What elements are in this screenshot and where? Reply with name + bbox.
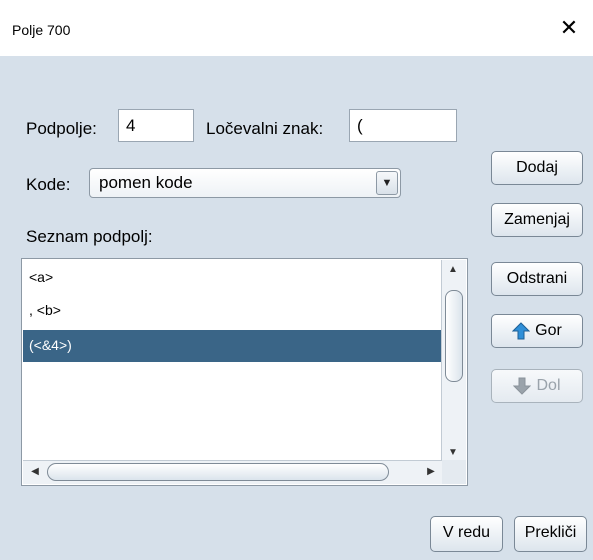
list-item[interactable]: , <b> [23,295,442,327]
cancel-button-label: Prekliči [524,524,577,541]
arrow-up-icon [512,322,531,340]
scroll-left-icon[interactable]: ◀ [25,466,45,477]
title-bar: Polje 700 ✕ [0,0,593,56]
move-up-button[interactable]: Gor [491,314,583,348]
separator-label: Ločevalni znak: [206,119,324,138]
scroll-up-icon[interactable]: ▲ [443,264,463,275]
replace-button-label: Zamenjaj [504,211,570,228]
cancel-button[interactable]: Prekliči [514,516,587,552]
scroll-right-icon[interactable]: ▶ [421,466,441,477]
list-label: Seznam podpolj: [26,227,153,246]
horizontal-scrollbar[interactable]: ◀ ▶ [23,460,443,484]
subfield-input[interactable] [118,109,194,142]
list-item[interactable]: <a> [23,262,442,294]
add-button[interactable]: Dodaj [491,151,583,185]
list-item-selected[interactable]: (<&4>) [23,330,442,362]
move-down-button[interactable]: Dol [491,369,583,403]
move-down-button-label: Dol [536,377,561,394]
code-dropdown[interactable]: pomen kode ▼ [89,168,401,198]
remove-button-label: Odstrani [506,270,568,287]
vertical-scroll-thumb[interactable] [445,290,463,382]
scroll-corner [442,460,466,484]
move-up-button-label: Gor [535,322,562,339]
remove-button[interactable]: Odstrani [491,262,583,296]
window-title: Polje 700 [12,22,71,38]
ok-button-label: V redu [442,524,491,541]
chevron-down-icon[interactable]: ▼ [376,171,398,195]
horizontal-scroll-thumb[interactable] [47,463,389,481]
subfield-list[interactable]: <a> , <b> (<&4>) ▲ ▼ ◀ ▶ [21,258,468,486]
scroll-down-icon[interactable]: ▼ [443,447,463,458]
separator-input[interactable] [349,109,457,142]
replace-button[interactable]: Zamenjaj [491,203,583,237]
vertical-scrollbar[interactable]: ▲ ▼ [441,260,466,462]
code-selected-value: pomen kode [99,173,193,192]
arrow-down-icon [513,377,532,395]
subfield-label: Podpolje: [26,119,97,138]
code-label: Kode: [26,175,71,194]
add-button-label: Dodaj [516,159,558,176]
close-icon[interactable]: ✕ [555,14,583,42]
ok-button[interactable]: V redu [430,516,503,552]
